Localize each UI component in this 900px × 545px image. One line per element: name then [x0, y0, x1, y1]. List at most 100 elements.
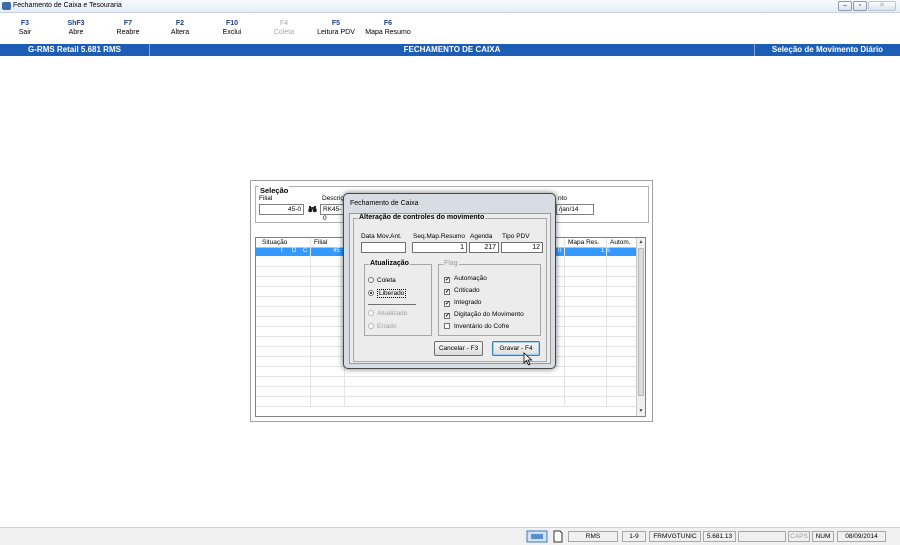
checkbox-checked-icon: ✓: [444, 277, 451, 283]
mouse-cursor-icon: [523, 352, 533, 366]
movimento-label: nto: [558, 195, 568, 202]
window-title-bar: Fechamento de Caixa e Tesouraria – ▫ ✕: [0, 0, 900, 13]
radio-icon: [368, 310, 374, 316]
checkbox-automacao[interactable]: ✓ Automação: [444, 275, 487, 283]
binoculars-search-icon[interactable]: [308, 205, 317, 213]
grid-line: [256, 406, 637, 407]
controles-group: Alteração de controles do movimento Data…: [353, 214, 547, 362]
fkey-exclui[interactable]: F10 Exclui: [217, 20, 247, 36]
grid-vertical-scrollbar[interactable]: ▲ ▼: [636, 238, 645, 416]
document-icon: [553, 530, 563, 543]
status-bar: RMS 1-9 FRMVGTUNIC 5.681.13 CAPS NUM 08/…: [0, 527, 900, 545]
checkbox-label: Inventário do Cofre: [454, 323, 510, 330]
maximize-button[interactable]: ▫: [853, 1, 867, 11]
group-divider: [368, 304, 416, 305]
fkey-code: F4: [279, 20, 289, 27]
app-version-label: G-RMS Retail 5.681 RMS: [28, 45, 121, 54]
radio-atualizado: Atualizado: [368, 310, 407, 317]
filial-input[interactable]: 45-0: [259, 204, 304, 215]
status-num: NUM: [812, 531, 834, 542]
fkey-altera[interactable]: F2 Altera: [165, 20, 195, 36]
col-autom[interactable]: Autom.: [610, 239, 631, 246]
dialog-body: Alteração de controles do movimento Data…: [349, 213, 551, 364]
fkey-code: ShF3: [67, 20, 85, 27]
minimize-button[interactable]: –: [838, 1, 852, 11]
fkey-mapa-resumo[interactable]: F6 Mapa Resumo: [362, 20, 414, 36]
descricao-label: Descriç: [322, 195, 344, 202]
fkey-sair[interactable]: F3 Sair: [10, 20, 40, 36]
agenda-label: Agenda: [470, 233, 493, 240]
atualizacao-title: Atualização: [369, 260, 410, 267]
status-page: 1-9: [622, 531, 646, 542]
screen-header: G-RMS Retail 5.681 RMS FECHAMENTO DE CAI…: [0, 44, 900, 56]
radio-selected-icon: [368, 290, 374, 296]
scroll-thumb[interactable]: [638, 248, 644, 396]
function-key-toolbar: F3 Sair ShF3 Abre F7 Reabre F2 Altera F1…: [0, 14, 900, 43]
radio-label: Liberado: [377, 289, 407, 298]
seq-map-resumo-input[interactable]: 1: [412, 242, 467, 253]
movimento-date-input[interactable]: /jan/14: [556, 204, 594, 215]
radio-liberado[interactable]: Liberado: [368, 289, 407, 298]
radio-errado: Errado: [368, 323, 397, 330]
grid-line: [256, 396, 637, 397]
checkbox-label: Criticado: [454, 287, 480, 294]
grid-col-line: [606, 238, 607, 406]
grid-line: [256, 386, 637, 387]
data-mov-label: Data Mov.Ant.: [361, 233, 402, 240]
situacao-cell: C: [303, 248, 308, 254]
window-title: Fechamento de Caixa e Tesouraria: [13, 2, 122, 9]
fkey-code: F2: [175, 20, 185, 27]
fkey-abre[interactable]: ShF3 Abre: [61, 20, 91, 36]
middle-cell: 0: [558, 248, 562, 254]
radio-label: Errado: [377, 323, 397, 330]
tipo-pdv-input[interactable]: 12: [501, 242, 543, 253]
checkbox-checked-icon: ✓: [444, 301, 451, 307]
grid-col-line: [564, 238, 565, 406]
col-situacao[interactable]: Situação: [262, 239, 287, 246]
mapa-res-cell: 1: [601, 248, 605, 254]
fkey-reabre[interactable]: F7 Reabre: [113, 20, 143, 36]
data-mov-input[interactable]: [361, 242, 406, 253]
dialog-title: Fechamento de Caixa: [350, 200, 419, 207]
checkbox-inventario[interactable]: Inventário do Cofre: [444, 323, 509, 330]
fkey-code: F6: [383, 20, 393, 27]
scroll-down-icon[interactable]: ▼: [637, 407, 645, 416]
radio-label: Coleta: [377, 277, 396, 284]
agenda-input[interactable]: 217: [469, 242, 499, 253]
selecao-title: Seleção: [259, 186, 290, 195]
fkey-label: Coleta: [273, 29, 295, 36]
fkey-code: F10: [225, 20, 239, 27]
status-form: FRMVGTUNIC: [649, 531, 701, 542]
controles-group-title: Alteração de controles do movimento: [358, 214, 486, 221]
app-icon: [2, 2, 11, 10]
status-date: 08/09/2014: [837, 531, 886, 542]
fkey-label: Sair: [18, 29, 32, 36]
checkbox-unchecked-icon: [444, 323, 450, 329]
radio-coleta[interactable]: Coleta: [368, 277, 396, 284]
grid-line: [256, 376, 637, 377]
fkey-label: Exclui: [222, 29, 242, 36]
tipo-pdv-label: Tipo PDV: [502, 233, 530, 240]
fkey-label: Leitura PDV: [317, 29, 355, 36]
checkbox-digitacao[interactable]: ✓ Digitação do Movimento: [444, 311, 524, 319]
col-mapa-res[interactable]: Mapa Res.: [568, 239, 599, 246]
fkey-label: Reabre: [116, 29, 140, 36]
scroll-up-icon[interactable]: ▲: [637, 238, 645, 247]
situacao-cell: I: [281, 248, 283, 254]
status-empty: [738, 531, 786, 542]
fkey-code: F7: [123, 20, 133, 27]
fkey-label: Altera: [170, 29, 190, 36]
radio-icon: [368, 323, 374, 329]
fkey-code: F3: [20, 20, 30, 27]
checkbox-criticado[interactable]: ✓ Criticado: [444, 287, 480, 295]
fkey-label: Mapa Resumo: [365, 29, 411, 36]
atualizacao-group: Atualização Coleta Liberado Atualizado E…: [364, 260, 432, 336]
fkey-leitura-pdv[interactable]: F5 Leitura PDV: [315, 20, 357, 36]
close-button[interactable]: ✕: [868, 1, 896, 11]
screen-context: Seleção de Movimento Diário: [771, 45, 884, 54]
col-filial[interactable]: Filial: [314, 239, 327, 246]
cancel-button[interactable]: Cancelar - F3: [434, 341, 483, 356]
checkbox-integrado[interactable]: ✓ Integrado: [444, 299, 481, 307]
filial-label: Filial: [259, 195, 273, 202]
situacao-cell: D: [292, 248, 297, 254]
